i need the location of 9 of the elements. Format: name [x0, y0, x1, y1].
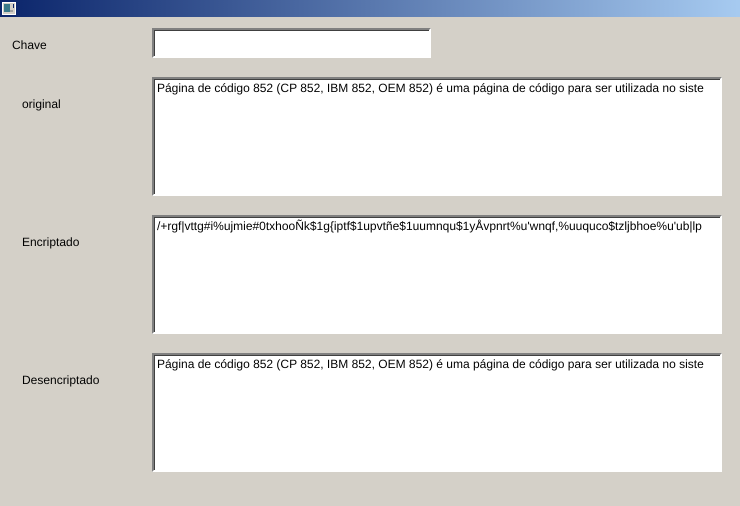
- field-label: original: [22, 97, 61, 111]
- text-area[interactable]: /+rgf|vttg#i%ujmie#0txhooÑk$1g{iptf$1upvtñe$1uumnqu$1yÅvpnrt%u'wnqf,%uuquco$tzljbhoe%u'ub|lp: [152, 215, 722, 334]
- app-icon: [2, 2, 16, 15]
- field-label: Chave: [12, 38, 47, 52]
- key-field[interactable]: [152, 28, 431, 58]
- field-label: Encriptado: [22, 235, 80, 249]
- text-area[interactable]: Página de código 852 (CP 852, IBM 852, OEM 852) é uma página de código para ser utilizada no siste: [152, 77, 722, 196]
- field-label: Desencriptado: [22, 373, 100, 387]
- text-area[interactable]: Página de código 852 (CP 852, IBM 852, OEM 852) é uma página de código para ser utilizada no siste: [152, 353, 722, 472]
